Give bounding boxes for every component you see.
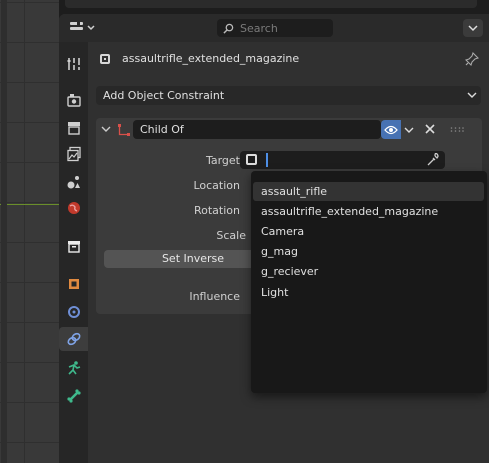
dropdown-item[interactable]: assault_rifle — [253, 182, 484, 201]
object-name-row: assaultrifle_extended_magazine — [88, 50, 489, 70]
tool-icon — [67, 58, 80, 70]
viewport-scrollbar[interactable] — [1, 0, 7, 463]
physics-icon — [68, 361, 81, 375]
eye-icon — [384, 125, 398, 134]
object-name: assaultrifle_extended_magazine — [122, 52, 300, 65]
chevron-down-icon — [467, 92, 477, 98]
tab-world[interactable] — [62, 196, 86, 220]
search-icon — [223, 23, 234, 34]
output-icon — [68, 122, 80, 135]
close-icon[interactable] — [423, 122, 437, 136]
properties-tabs — [59, 42, 88, 463]
eyedropper-icon[interactable] — [426, 153, 440, 167]
add-constraint-label: Add Object Constraint — [103, 89, 225, 102]
object-data-icon — [100, 54, 110, 64]
add-object-constraint-dropdown[interactable]: Add Object Constraint — [96, 86, 481, 105]
tab-view-layer[interactable] — [62, 142, 86, 166]
chevron-down-icon — [404, 127, 414, 133]
tab-scene[interactable] — [62, 170, 86, 194]
pin-icon[interactable] — [465, 52, 479, 66]
visibility-toggle[interactable] — [381, 120, 401, 139]
constraint-name: Child Of — [140, 123, 184, 136]
tab-collection[interactable] — [62, 234, 86, 258]
object-icon — [69, 279, 79, 289]
object-icon — [246, 154, 257, 165]
tab-constraints[interactable] — [59, 327, 88, 351]
scale-label: Scale — [216, 229, 246, 242]
dropdown-item-label: Camera — [261, 225, 305, 238]
editor-type-icon — [70, 21, 95, 31]
child-of-constraint-icon — [118, 124, 130, 136]
dropdown-item-label: assault_rifle — [261, 185, 328, 198]
tab-render[interactable] — [62, 88, 86, 112]
dropdown-item-label: g_reciever — [261, 265, 319, 278]
tab-tool[interactable] — [62, 52, 86, 76]
search-input[interactable]: Search — [217, 19, 333, 37]
collapse-chevron-icon[interactable] — [101, 124, 111, 134]
text-caret — [266, 153, 268, 167]
3d-viewport[interactable] — [0, 0, 59, 463]
tab-modifiers[interactable] — [62, 300, 86, 324]
dropdown-item[interactable]: g_mag — [253, 242, 484, 261]
modifiers-icon — [68, 306, 80, 318]
options-dropdown-button[interactable] — [463, 19, 483, 37]
target-search-dropdown: assault_rifle assaultrifle_extended_maga… — [251, 171, 487, 393]
constraints-icon — [66, 332, 81, 346]
scene-icon — [67, 176, 80, 189]
rotation-label: Rotation — [193, 204, 240, 217]
view-layer-icon — [67, 146, 81, 162]
bone-icon — [67, 389, 81, 403]
properties-header: Search — [59, 14, 489, 42]
dropdown-item[interactable]: Camera — [253, 222, 484, 241]
influence-label: Influence — [189, 290, 240, 303]
constraint-header: Child Of — [96, 118, 482, 142]
collection-icon — [68, 241, 80, 253]
dropdown-item[interactable]: Light — [253, 283, 484, 302]
tab-data[interactable] — [62, 384, 86, 408]
search-placeholder: Search — [240, 21, 278, 35]
target-field[interactable] — [240, 151, 445, 169]
top-header-strip — [65, 0, 477, 8]
target-label: Target — [205, 154, 240, 167]
constraint-options-dropdown[interactable] — [401, 120, 417, 139]
chevron-down-icon — [468, 25, 478, 32]
render-icon — [67, 94, 81, 107]
dropdown-item-label: Light — [261, 286, 289, 299]
x-axis-line — [0, 204, 59, 205]
tab-physics[interactable] — [62, 356, 86, 380]
constraint-name-field[interactable]: Child Of — [133, 120, 381, 139]
dropdown-item[interactable]: assaultrifle_extended_magazine — [253, 202, 484, 221]
editor-type-button[interactable] — [67, 18, 99, 38]
location-label: Location — [193, 179, 240, 192]
dropdown-item-label: assaultrifle_extended_magazine — [261, 205, 439, 218]
drag-handle-icon[interactable] — [450, 127, 464, 132]
tab-object[interactable] — [62, 272, 86, 296]
tab-output[interactable] — [62, 116, 86, 140]
dropdown-item-label: g_mag — [261, 245, 298, 258]
dropdown-item[interactable]: g_reciever — [253, 262, 484, 281]
world-icon — [68, 202, 80, 214]
